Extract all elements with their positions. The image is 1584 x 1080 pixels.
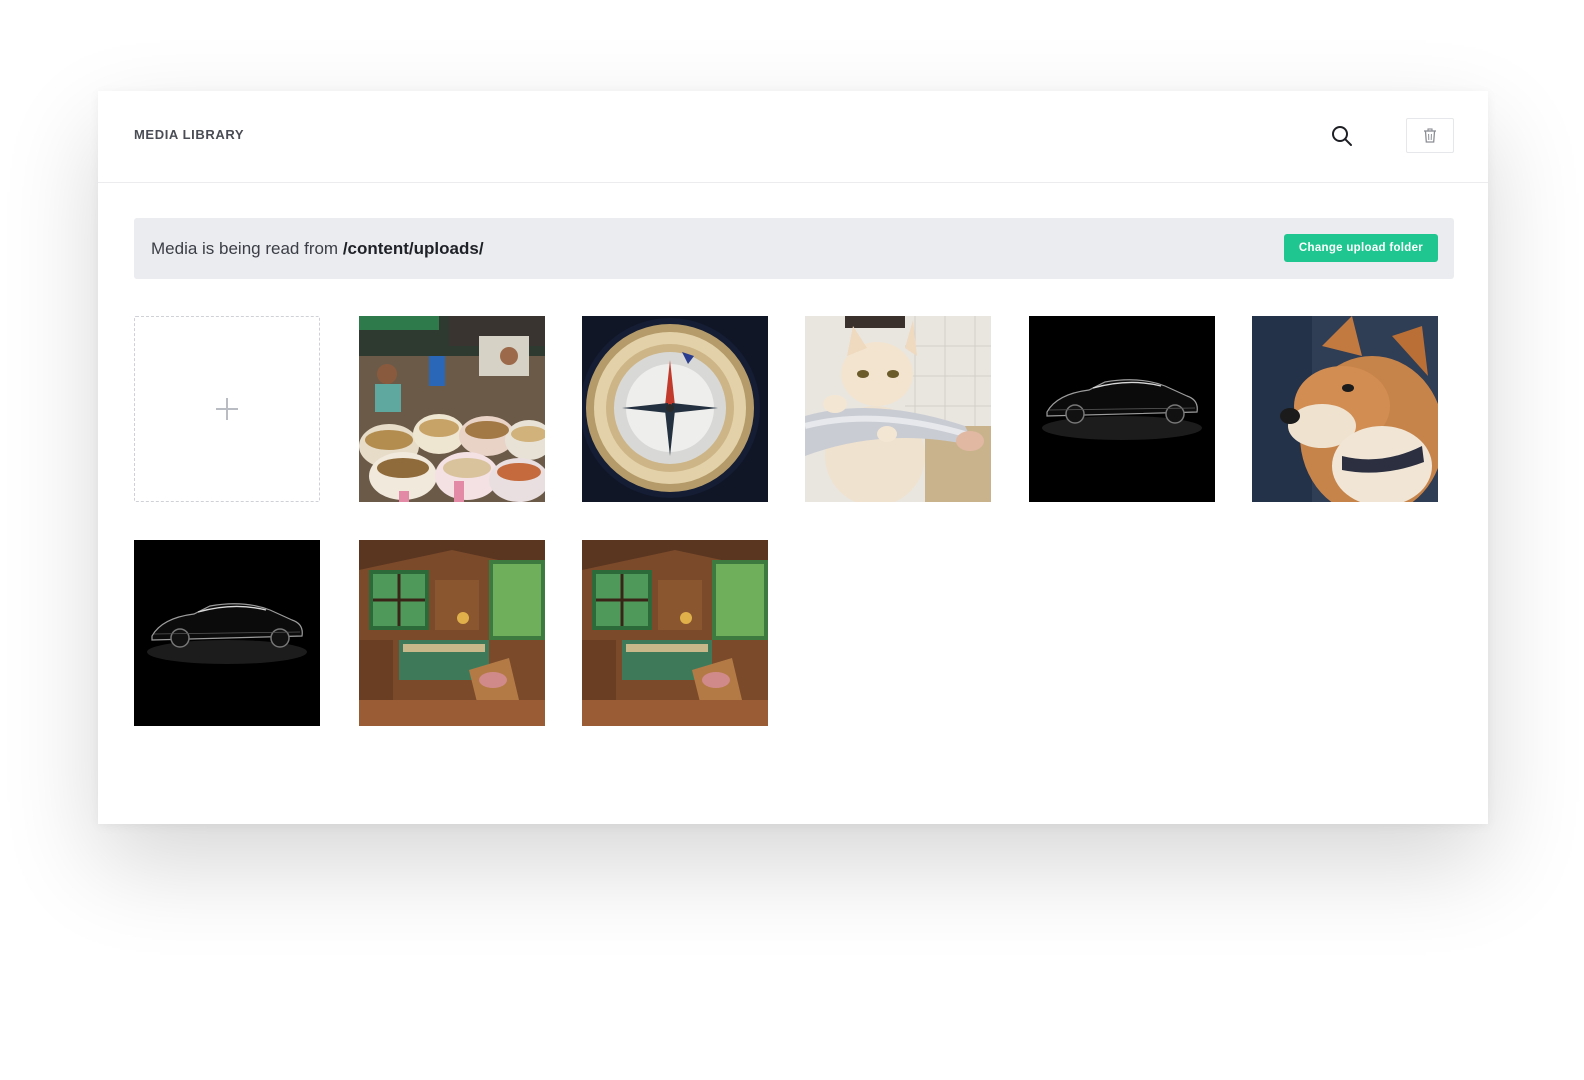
- media-thumbnail-black-car[interactable]: [1029, 316, 1215, 502]
- change-upload-folder-button[interactable]: Change upload folder: [1284, 234, 1438, 262]
- upload-path: /content/uploads/: [342, 239, 484, 258]
- media-thumbnail-black-car[interactable]: [134, 540, 320, 726]
- trash-icon: [1424, 128, 1436, 143]
- media-thumbnail-market-spices[interactable]: [359, 316, 545, 502]
- media-thumbnail-dog[interactable]: [1252, 316, 1438, 502]
- media-thumbnail-cat[interactable]: [805, 316, 991, 502]
- media-thumbnail-cabin-interior[interactable]: [582, 540, 768, 726]
- add-media-tile[interactable]: [134, 316, 320, 502]
- media-library-panel: MEDIA LIBRARY Media is being read from /…: [98, 91, 1488, 824]
- header: MEDIA LIBRARY: [98, 91, 1488, 183]
- plus-icon: [216, 398, 238, 420]
- delete-button[interactable]: [1406, 118, 1454, 153]
- search-button[interactable]: [1330, 124, 1354, 148]
- notice-prefix: Media is being read from: [151, 239, 343, 258]
- page-title: MEDIA LIBRARY: [134, 127, 245, 142]
- notice-message: Media is being read from /content/upload…: [151, 239, 484, 259]
- media-thumbnail-cabin-interior[interactable]: [359, 540, 545, 726]
- search-icon: [1332, 126, 1352, 146]
- upload-folder-notice: Media is being read from /content/upload…: [134, 218, 1454, 279]
- media-thumbnail-compass[interactable]: [582, 316, 768, 502]
